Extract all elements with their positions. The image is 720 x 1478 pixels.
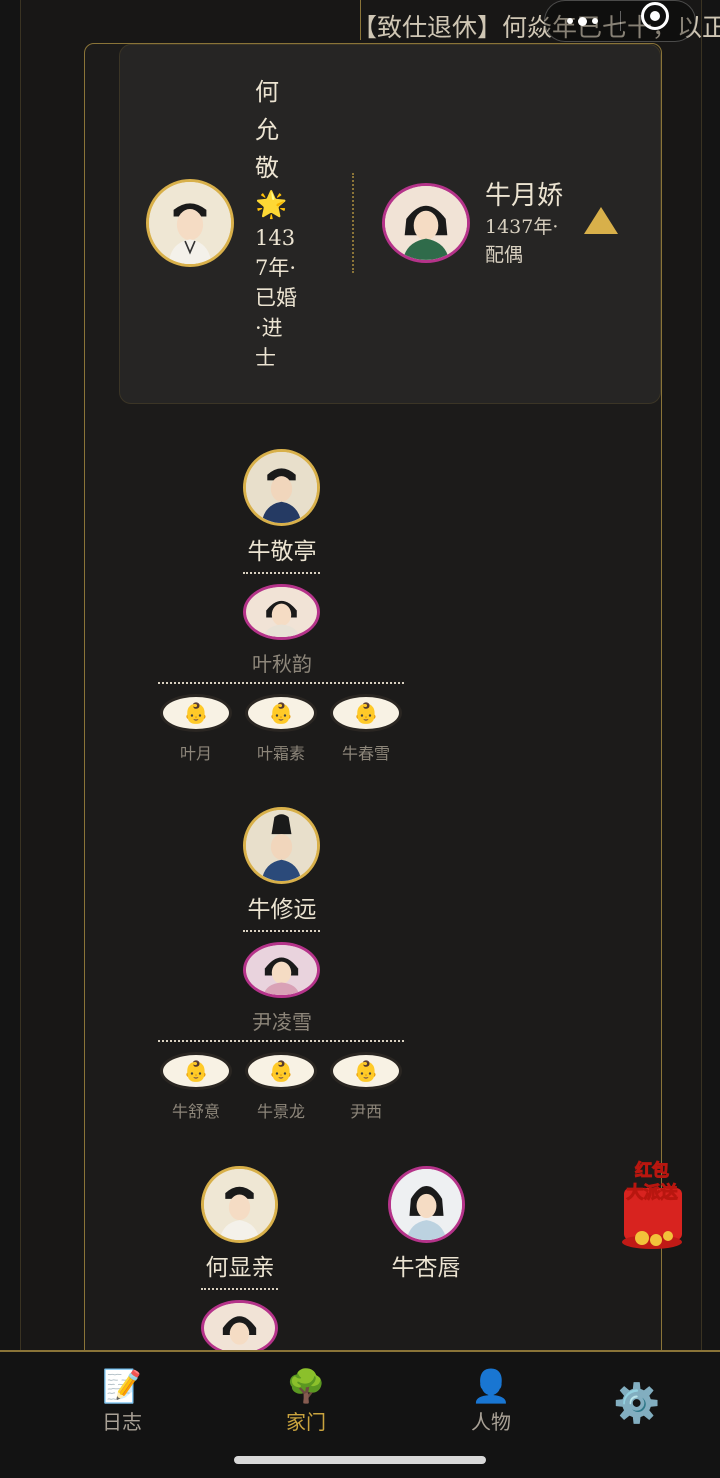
children-connector	[158, 682, 404, 684]
member-spouse-avatar[interactable]	[243, 584, 320, 640]
capsule-divider	[620, 11, 621, 31]
clan-head-spouse-meta: 1437年·配偶	[485, 216, 559, 266]
child-name: 尹西	[349, 1102, 382, 1121]
promo-line1: 红包	[635, 1160, 669, 1181]
member-avatar[interactable]	[243, 449, 320, 526]
spouse-connector	[243, 930, 320, 932]
close-miniprogram-icon[interactable]	[641, 2, 669, 30]
red-packet-promo-icon[interactable]: 红包 大派送	[612, 1158, 692, 1252]
tab-characters-label: 人物	[471, 1410, 511, 1434]
tab-settings[interactable]: ⚙️	[577, 1380, 697, 1452]
member-name: 牛杏唇	[391, 1255, 461, 1281]
spouse-connector	[243, 572, 320, 574]
clan-head-name: 何允敬	[255, 78, 279, 182]
member-name: 牛修远	[247, 897, 317, 923]
star-icon: 🌟	[255, 190, 288, 220]
promo-line2: 大派送	[627, 1182, 679, 1203]
more-options-icon[interactable]	[545, 1, 620, 41]
person-icon: 👤	[471, 1367, 511, 1405]
member-name: 何显亲	[205, 1255, 275, 1281]
clan-head-card[interactable]: 何允敬 🌟 1437年·已婚·进士 牛月娇 1437年·配偶	[119, 44, 661, 404]
children-connector	[158, 1040, 404, 1042]
member-spouse-avatar[interactable]	[201, 1300, 278, 1356]
triangle-up-icon[interactable]	[584, 207, 618, 234]
tab-characters[interactable]: 👤 人物	[431, 1366, 551, 1438]
baby-icon[interactable]: 👶	[245, 1052, 317, 1090]
memo-icon: 📝	[102, 1367, 142, 1405]
member-spouse-name: 叶秋韵	[252, 652, 312, 676]
tab-family-label: 家门	[286, 1410, 326, 1434]
tree-icon: 🌳	[286, 1367, 326, 1405]
clan-head-spouse-avatar[interactable]	[382, 183, 470, 263]
child-name: 牛舒意	[171, 1102, 220, 1121]
baby-icon[interactable]: 👶	[245, 694, 317, 732]
tab-family[interactable]: 🌳 家门	[246, 1366, 366, 1438]
clan-head-avatar[interactable]	[146, 179, 234, 267]
clan-head-info: 何允敬 🌟 1437年·已婚·进士	[255, 73, 305, 373]
member-avatar[interactable]	[388, 1166, 465, 1243]
member-avatar[interactable]	[201, 1166, 278, 1243]
clan-head-meta: 1437年·已婚·进士	[255, 226, 297, 370]
baby-icon[interactable]: 👶	[330, 694, 402, 732]
member-avatar[interactable]	[243, 807, 320, 884]
baby-icon[interactable]: 👶	[160, 694, 232, 732]
miniprogram-capsule	[544, 0, 696, 42]
member-spouse-name: 尹凌雪	[252, 1010, 312, 1034]
couple-divider	[352, 173, 354, 273]
member-spouse-avatar[interactable]	[243, 942, 320, 998]
baby-icon[interactable]: 👶	[160, 1052, 232, 1090]
home-indicator[interactable]	[234, 1456, 486, 1464]
child-name: 牛景龙	[256, 1102, 305, 1121]
baby-icon[interactable]: 👶	[330, 1052, 402, 1090]
child-name: 叶霜素	[256, 744, 305, 763]
tab-log[interactable]: 📝 日志	[62, 1366, 182, 1438]
gear-icon: ⚙️	[613, 1381, 661, 1425]
member-name: 牛敬亭	[247, 539, 317, 565]
child-name: 牛春雪	[341, 744, 390, 763]
tab-log-label: 日志	[102, 1410, 142, 1434]
clan-head-spouse-name: 牛月娇	[485, 181, 564, 211]
spouse-connector	[201, 1288, 278, 1290]
child-name: 叶月	[179, 744, 212, 763]
